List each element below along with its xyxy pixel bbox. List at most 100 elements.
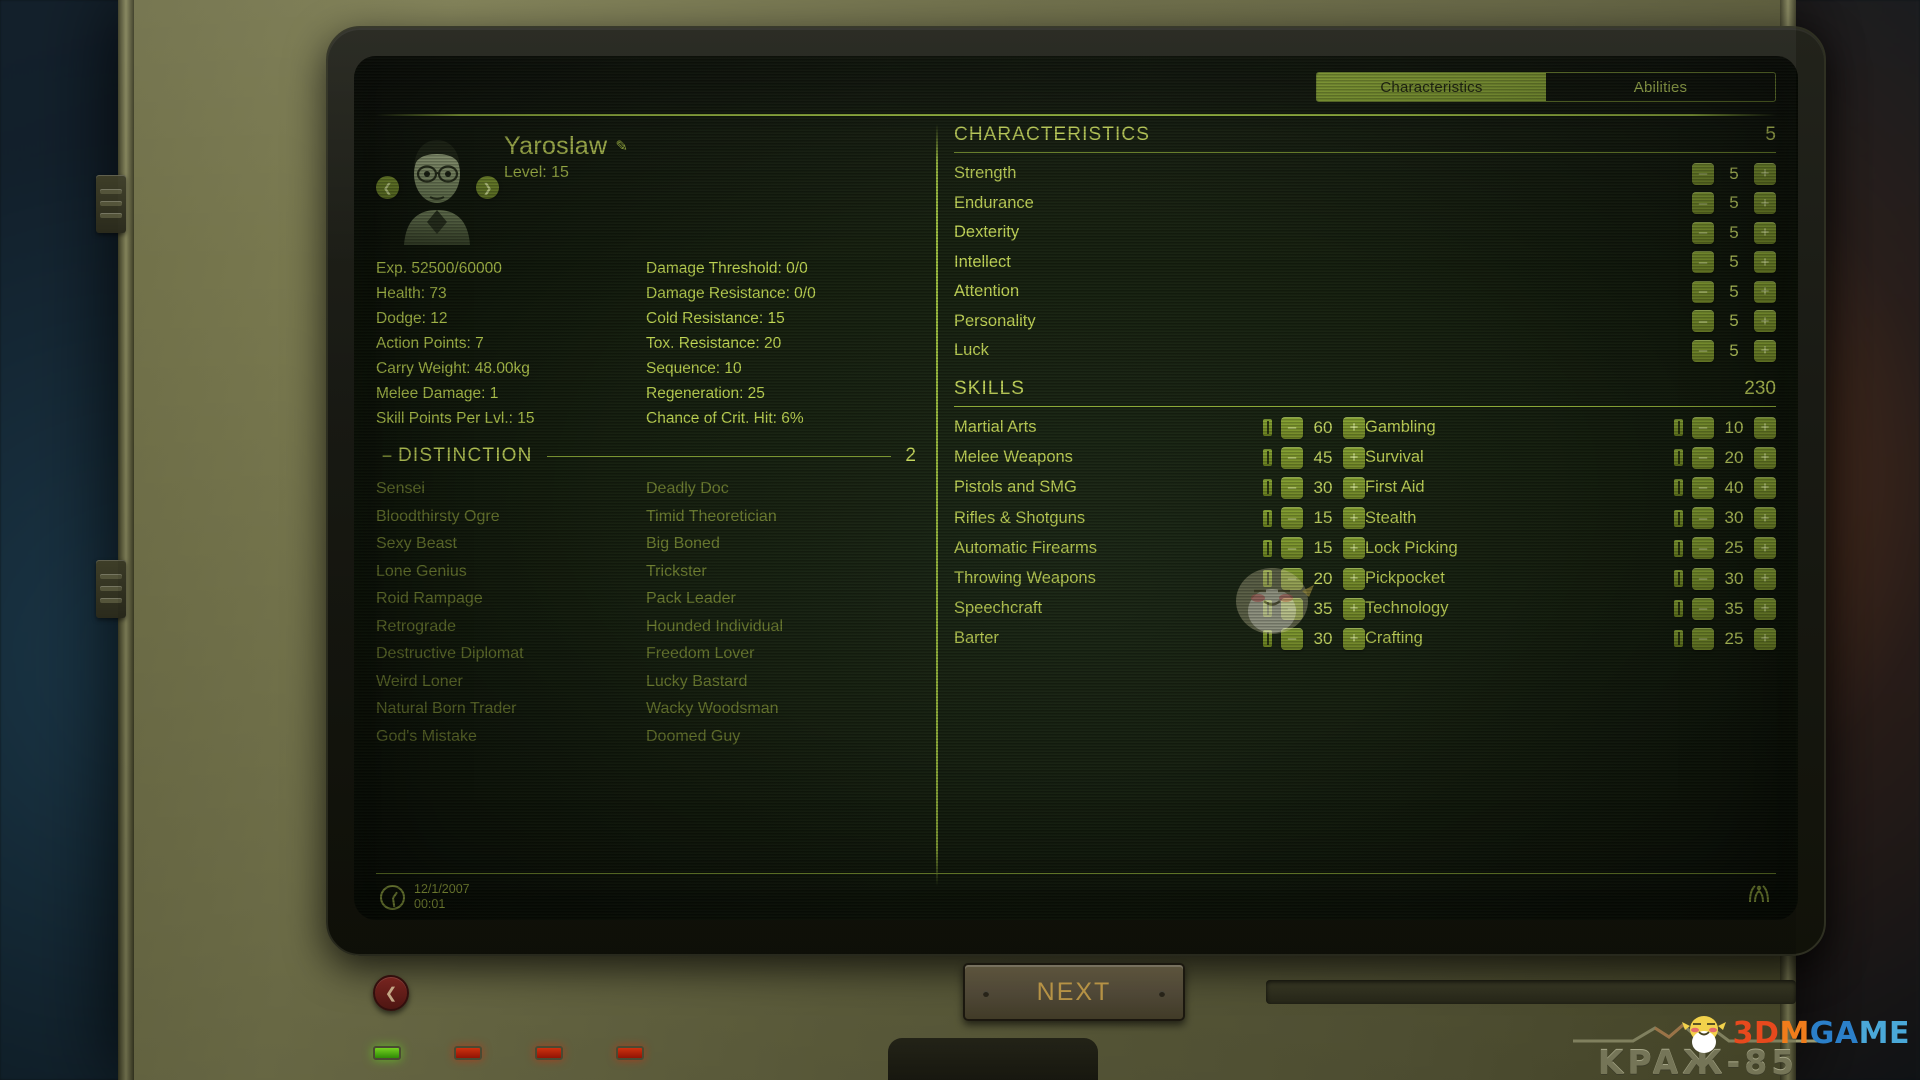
lock-icon[interactable] bbox=[1674, 510, 1683, 527]
decrement-button[interactable]: – bbox=[1281, 417, 1303, 439]
increment-button[interactable]: + bbox=[1754, 251, 1776, 273]
list-item[interactable]: Doomed Guy bbox=[646, 723, 916, 751]
list-item[interactable]: Sensei bbox=[376, 475, 646, 503]
latch-left-top bbox=[96, 175, 126, 233]
watermark-part-1: 3D bbox=[1733, 1016, 1780, 1051]
decrement-button[interactable]: – bbox=[1692, 447, 1714, 469]
list-item[interactable]: Pack Leader bbox=[646, 585, 916, 613]
increment-button[interactable]: + bbox=[1754, 568, 1776, 590]
decrement-button[interactable]: – bbox=[1281, 507, 1303, 529]
list-item[interactable]: Timid Theoretician bbox=[646, 503, 916, 531]
list-item[interactable]: Trickster bbox=[646, 558, 916, 586]
table-row: Luck – 5 + bbox=[954, 336, 1776, 366]
decrement-button[interactable]: – bbox=[1692, 163, 1714, 185]
list-item[interactable]: Sexy Beast bbox=[376, 530, 646, 558]
skill-value: 30 bbox=[1721, 508, 1747, 528]
lock-icon[interactable] bbox=[1263, 419, 1272, 436]
increment-button[interactable]: + bbox=[1343, 507, 1365, 529]
increment-button[interactable]: + bbox=[1754, 447, 1776, 469]
decrement-button[interactable]: – bbox=[1692, 281, 1714, 303]
list-item[interactable]: Freedom Lover bbox=[646, 640, 916, 668]
lock-icon[interactable] bbox=[1263, 540, 1272, 557]
lock-icon[interactable] bbox=[1263, 449, 1272, 466]
increment-button[interactable]: + bbox=[1754, 507, 1776, 529]
increment-button[interactable]: + bbox=[1343, 417, 1365, 439]
next-button[interactable]: NEXT bbox=[963, 963, 1185, 1021]
increment-button[interactable]: + bbox=[1754, 417, 1776, 439]
increment-button[interactable]: + bbox=[1754, 340, 1776, 362]
minus-icon[interactable]: − bbox=[376, 446, 398, 467]
increment-button[interactable]: + bbox=[1343, 537, 1365, 559]
prev-character-button[interactable]: ❮ bbox=[376, 176, 399, 199]
decrement-button[interactable]: – bbox=[1692, 537, 1714, 559]
increment-button[interactable]: + bbox=[1343, 447, 1365, 469]
increment-button[interactable]: + bbox=[1754, 281, 1776, 303]
increment-button[interactable]: + bbox=[1754, 222, 1776, 244]
increment-button[interactable]: + bbox=[1754, 477, 1776, 499]
list-item[interactable]: Roid Rampage bbox=[376, 585, 646, 613]
crt-screen: Characteristics Abilities bbox=[354, 56, 1798, 920]
decrement-button[interactable]: – bbox=[1692, 628, 1714, 650]
list-item[interactable]: God's Mistake bbox=[376, 723, 646, 751]
back-button[interactable]: ❮ bbox=[373, 975, 409, 1011]
stat-line: Regeneration: 25 bbox=[646, 381, 916, 406]
increment-button[interactable]: + bbox=[1754, 310, 1776, 332]
list-item[interactable]: Natural Born Trader bbox=[376, 695, 646, 723]
list-item[interactable]: Retrograde bbox=[376, 613, 646, 641]
increment-button[interactable]: + bbox=[1343, 477, 1365, 499]
list-item[interactable]: Hounded Individual bbox=[646, 613, 916, 641]
lock-icon[interactable] bbox=[1674, 540, 1683, 557]
increment-button[interactable]: + bbox=[1754, 628, 1776, 650]
lock-icon[interactable] bbox=[1674, 479, 1683, 496]
table-row: Melee Weapons – 45 + bbox=[954, 443, 1365, 473]
increment-button[interactable]: + bbox=[1343, 628, 1365, 650]
radio-wave-icon[interactable] bbox=[1746, 882, 1772, 912]
lock-icon[interactable] bbox=[1674, 449, 1683, 466]
clock-text: 12/1/2007 00:01 bbox=[414, 882, 470, 912]
list-item[interactable]: Wacky Woodsman bbox=[646, 695, 916, 723]
increment-button[interactable]: + bbox=[1343, 568, 1365, 590]
pencil-icon[interactable]: ✎ bbox=[615, 137, 628, 155]
lock-icon[interactable] bbox=[1674, 600, 1683, 617]
decrement-button[interactable]: – bbox=[1692, 417, 1714, 439]
stat-line: Exp. 52500/60000 bbox=[376, 256, 646, 281]
decrement-button[interactable]: – bbox=[1692, 340, 1714, 362]
decrement-button[interactable]: – bbox=[1281, 447, 1303, 469]
chick-logo-icon bbox=[1681, 1012, 1727, 1054]
increment-button[interactable]: + bbox=[1754, 598, 1776, 620]
next-character-button[interactable]: ❯ bbox=[476, 176, 499, 199]
skill-value: 15 bbox=[1310, 538, 1336, 558]
decrement-button[interactable]: – bbox=[1692, 568, 1714, 590]
lock-icon[interactable] bbox=[1263, 479, 1272, 496]
tab-abilities[interactable]: Abilities bbox=[1546, 73, 1775, 101]
increment-button[interactable]: + bbox=[1754, 163, 1776, 185]
list-item[interactable]: Lucky Bastard bbox=[646, 668, 916, 696]
increment-button[interactable]: + bbox=[1343, 598, 1365, 620]
character-header: ❮ ❯ Yaroslaw✎ Level: 15 bbox=[376, 124, 916, 254]
increment-button[interactable]: + bbox=[1754, 192, 1776, 214]
list-item[interactable]: Big Boned bbox=[646, 530, 916, 558]
decrement-button[interactable]: – bbox=[1692, 222, 1714, 244]
decrement-button[interactable]: – bbox=[1692, 598, 1714, 620]
skill-value: 15 bbox=[1310, 508, 1336, 528]
increment-button[interactable]: + bbox=[1754, 537, 1776, 559]
tab-characteristics[interactable]: Characteristics bbox=[1317, 73, 1546, 101]
list-item[interactable]: Destructive Diplomat bbox=[376, 640, 646, 668]
lock-icon[interactable] bbox=[1263, 510, 1272, 527]
lock-icon[interactable] bbox=[1674, 419, 1683, 436]
list-item[interactable]: Lone Genius bbox=[376, 558, 646, 586]
decrement-button[interactable]: – bbox=[1692, 251, 1714, 273]
list-item[interactable]: Deadly Doc bbox=[646, 475, 916, 503]
decrement-button[interactable]: – bbox=[1692, 310, 1714, 332]
lock-icon[interactable] bbox=[1674, 570, 1683, 587]
decrement-button[interactable]: – bbox=[1281, 537, 1303, 559]
list-item[interactable]: Bloodthirsty Ogre bbox=[376, 503, 646, 531]
decrement-button[interactable]: – bbox=[1692, 477, 1714, 499]
decrement-button[interactable]: – bbox=[1281, 477, 1303, 499]
lock-icon[interactable] bbox=[1674, 630, 1683, 647]
decrement-button[interactable]: – bbox=[1692, 192, 1714, 214]
decrement-button[interactable]: – bbox=[1692, 507, 1714, 529]
list-item[interactable]: Weird Loner bbox=[376, 668, 646, 696]
skill-name: Gambling bbox=[1365, 418, 1674, 437]
stat-line: Health: 73 bbox=[376, 281, 646, 306]
